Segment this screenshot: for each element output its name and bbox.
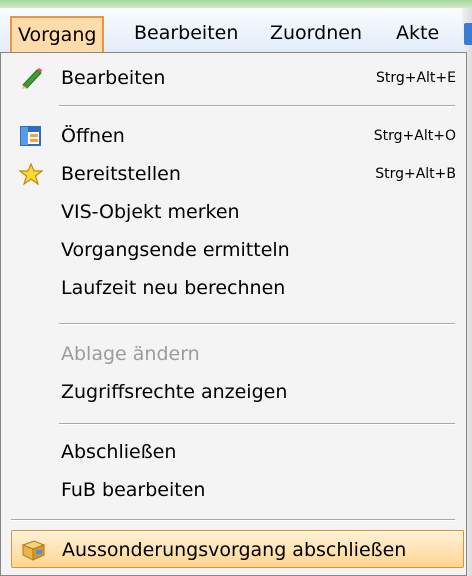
menu-item-ablage-aendern: Ablage ändern [1, 335, 466, 373]
menu-item-vorgangsende-ermitteln[interactable]: Vorgangsende ermitteln [1, 231, 466, 269]
menu-item-label: Zugriffsrechte anzeigen [61, 381, 288, 403]
window-top-strip [0, 0, 472, 8]
menu-separator [59, 105, 455, 107]
menu-item-shortcut: Strg+Alt+O [373, 128, 456, 144]
menu-bar: Vorgang Bearbeiten Zuordnen Akte [0, 8, 472, 54]
menu-item-oeffnen[interactable]: Öffnen Strg+Alt+O [1, 117, 466, 155]
menu-item-label: Bearbeiten [61, 67, 166, 89]
menu-item-vis-objekt-merken[interactable]: VIS-Objekt merken [1, 193, 466, 231]
menu-item-bearbeiten[interactable]: Bearbeiten Strg+Alt+E [1, 59, 466, 97]
menu-separator [59, 423, 455, 425]
menu-akte[interactable]: Akte [396, 16, 439, 52]
application-window: Vorgang Bearbeiten Zuordnen Akte Bearbei… [0, 0, 472, 576]
menu-bearbeiten[interactable]: Bearbeiten [134, 16, 238, 52]
menu-item-aussonderungsvorgang-abschliessen[interactable]: Aussonderungsvorgang abschließen [11, 530, 464, 568]
menu-item-label: Öffnen [61, 125, 125, 147]
menu-item-label: Ablage ändern [61, 343, 200, 365]
menu-item-shortcut: Strg+Alt+E [375, 70, 456, 86]
pencil-icon [19, 67, 43, 89]
menu-separator [11, 519, 455, 521]
menu-zuordnen[interactable]: Zuordnen [270, 16, 362, 52]
vorgang-dropdown-menu: Bearbeiten Strg+Alt+E Öffnen Strg+Alt+O [0, 52, 467, 576]
menu-item-label: Aussonderungsvorgang abschließen [62, 539, 407, 561]
menu-item-zugriffsrechte-anzeigen[interactable]: Zugriffsrechte anzeigen [1, 373, 466, 411]
toolbar-overflow-icon[interactable] [464, 23, 472, 45]
menu-separator [59, 323, 455, 325]
menu-item-label: VIS-Objekt merken [61, 201, 240, 223]
menu-item-label: Laufzeit neu berechnen [61, 277, 286, 299]
menu-item-label: Bereitstellen [61, 163, 181, 185]
menu-vorgang[interactable]: Vorgang [10, 16, 105, 52]
menu-item-label: FuB bearbeiten [61, 479, 206, 501]
menu-item-fub-bearbeiten[interactable]: FuB bearbeiten [1, 471, 466, 509]
menu-item-bereitstellen[interactable]: Bereitstellen Strg+Alt+B [1, 155, 466, 193]
menu-item-laufzeit-neu-berechnen[interactable]: Laufzeit neu berechnen [1, 269, 466, 307]
window-icon [19, 125, 43, 147]
archive-box-icon [20, 539, 46, 561]
menu-item-shortcut: Strg+Alt+B [375, 166, 456, 182]
menu-item-abschliessen[interactable]: Abschließen [1, 433, 466, 471]
menu-item-label: Vorgangsende ermitteln [61, 239, 290, 261]
star-icon [18, 162, 44, 186]
menu-item-label: Abschließen [61, 441, 177, 463]
